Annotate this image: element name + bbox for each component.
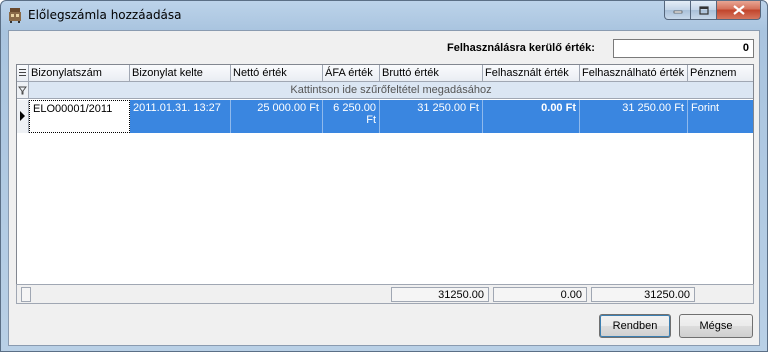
column-header-gross[interactable]: Bruttó érték [380,65,483,82]
cell-date[interactable]: 2011.01.31. 13:27 [130,100,231,133]
summary-usable: 31250.00 [591,287,695,302]
filter-row-hint[interactable]: Kattintson ide szűrőfeltétel megadásához [29,82,753,99]
filter-row-indicator [17,82,29,99]
maximize-button[interactable] [691,1,717,20]
minimize-button[interactable] [664,1,691,20]
minimize-icon [673,10,682,14]
grid-summary-footer: 31250.00 0.00 31250.00 [16,284,754,304]
cell-vat[interactable]: 6 250.00 Ft [323,100,380,133]
column-header-date[interactable]: Bizonylat kelte [130,65,231,82]
ok-button[interactable]: Rendben [599,314,671,338]
row-indicator [17,100,29,133]
advance-invoice-grid: Bizonylatszám Bizonylat kelte Nettó érté… [16,64,754,304]
summary-cell-blank [21,287,31,302]
window-title: Előlegszámla hozzáadása [28,8,182,22]
column-header-net[interactable]: Nettó érték [231,65,323,82]
cell-usable[interactable]: 31 250.00 Ft [580,100,688,133]
cell-doc-no[interactable]: ELO00001/2011 [29,100,130,133]
column-header-usable[interactable]: Felhasználható érték [580,65,688,82]
usage-amount-input[interactable]: 0 [613,39,754,58]
cell-gross[interactable]: 31 250.00 Ft [380,100,483,133]
usage-amount-label: Felhasználásra kerülő érték: [447,42,595,54]
cell-net[interactable]: 25 000.00 Ft [231,100,323,133]
dialog-window: Előlegszámla hozzáadása Felhasználásra k… [0,0,768,352]
filter-row[interactable]: Kattintson ide szűrőfeltétel megadásához [17,82,753,99]
current-row-arrow-icon [20,111,25,121]
cancel-button[interactable]: Mégse [679,314,753,338]
dialog-body: Felhasználásra kerülő érték: 0 Bizonylat… [8,30,760,346]
column-header-doc-no[interactable]: Bizonylatszám [29,65,130,82]
title-bar[interactable]: Előlegszámla hozzáadása [1,1,767,29]
filter-icon [18,86,27,95]
cell-used[interactable]: 0.00 Ft [483,100,580,133]
table-row[interactable]: ELO00001/2011 2011.01.31. 13:27 25 000.0… [17,100,753,133]
maximize-icon [698,5,709,15]
column-header-currency[interactable]: Pénznem [688,65,753,82]
summary-used: 0.00 [493,287,587,302]
column-header-used[interactable]: Felhasznált érték [483,65,580,82]
column-chooser-icon [19,69,26,76]
column-chooser-button[interactable] [17,65,29,82]
column-header-vat[interactable]: ÁFA érték [323,65,380,82]
close-button[interactable] [717,1,761,20]
close-icon [732,5,745,15]
cell-currency[interactable]: Forint [688,100,753,133]
grid-header: Bizonylatszám Bizonylat kelte Nettó érté… [17,65,753,82]
app-icon [9,8,21,23]
summary-gross: 31250.00 [391,287,489,302]
